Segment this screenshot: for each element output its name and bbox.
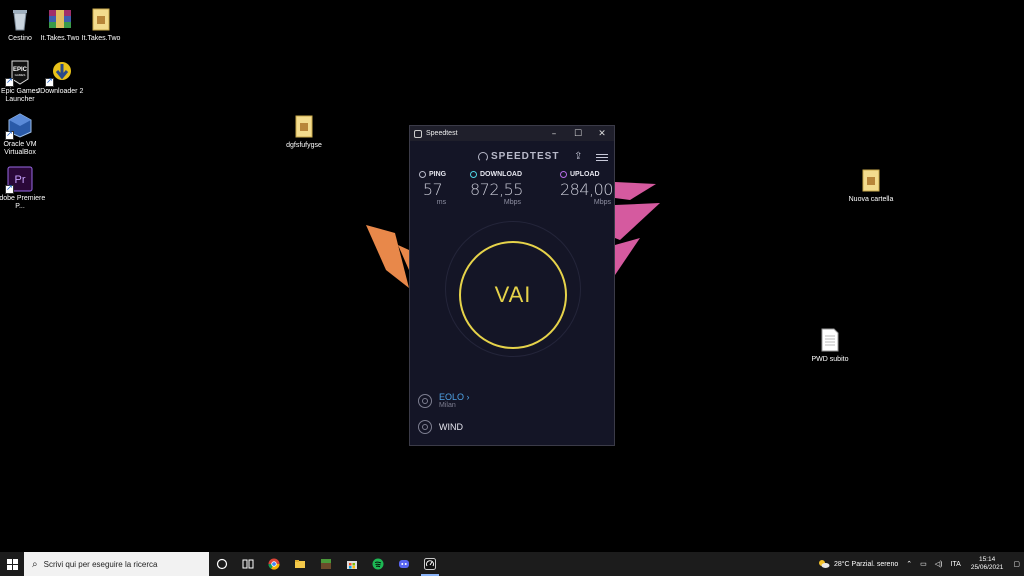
download-unit: Mbps <box>503 199 521 206</box>
settings-sliders-icon[interactable] <box>596 152 608 162</box>
recycle-bin-icon <box>7 6 33 32</box>
upload-value: 284,00 <box>560 180 613 199</box>
taskbar: ⌕ Scrivi qui per eseguire la ricerca 28°… <box>0 552 1024 576</box>
jdownloader-icon <box>45 59 73 87</box>
windows-logo-icon <box>6 558 18 570</box>
desktop-icon-label: JDownloader 2 <box>36 88 84 95</box>
desktop-icon-label: Nuova cartella <box>848 196 894 203</box>
shortcut-arrow-icon <box>5 183 14 194</box>
speedtest-window: Speedtest – ☐ ✕ SPEEDTEST ⇪ PING 57 ms D… <box>409 125 615 446</box>
ping-icon <box>419 171 426 178</box>
upload-icon <box>560 171 567 178</box>
ping-value: 57 <box>422 180 443 199</box>
server-selector[interactable]: EOLO › Milan <box>418 392 470 409</box>
taskbar-search-box[interactable]: ⌕ Scrivi qui per eseguire la ricerca <box>24 552 209 576</box>
cortana-icon[interactable] <box>209 552 235 576</box>
download-value: 872,55 <box>470 180 523 199</box>
desktop-icon-label: Cestino <box>8 35 32 42</box>
share-icon[interactable]: ⇪ <box>574 151 582 162</box>
window-title: Speedtest <box>426 130 458 137</box>
clock-date: 25/06/2021 <box>970 564 1004 571</box>
close-button[interactable]: ✕ <box>590 129 614 139</box>
start-button[interactable] <box>0 552 24 576</box>
server-name[interactable]: EOLO <box>439 392 464 402</box>
discord-icon[interactable] <box>391 552 417 576</box>
desktop-icon-nuova-cartella[interactable]: Nuova cartella <box>843 167 899 204</box>
desktop-icon-label: Adobe Premiere P... <box>0 195 46 210</box>
desktop-icon-label: dgfsfufygse <box>286 142 322 149</box>
connection-icon <box>418 420 432 434</box>
weather-widget[interactable]: 28°C Parzial. sereno <box>814 559 902 569</box>
wallpaper-orange-shape <box>366 225 409 288</box>
wallpaper-pink-shape <box>615 182 656 200</box>
maximize-button[interactable]: ☐ <box>566 129 590 139</box>
speedtest-header: SPEEDTEST ⇪ <box>410 151 614 165</box>
shortcut-arrow-icon <box>5 129 14 140</box>
ping-label: PING <box>429 171 447 178</box>
svg-text:GAMES: GAMES <box>15 73 26 77</box>
desktop-icon-label: Oracle VM VirtualBox <box>3 141 37 156</box>
chevron-right-icon: › <box>466 392 470 402</box>
speedtest-brand: SPEEDTEST <box>478 151 559 162</box>
download-icon <box>470 171 477 178</box>
system-tray: 28°C Parzial. sereno ⌃ ▭ ◁) ITA 15:14 25… <box>814 552 1024 576</box>
virtualbox-icon <box>5 112 33 140</box>
connection-name: WIND <box>439 422 463 432</box>
minimize-button[interactable]: – <box>542 129 566 139</box>
clock-time: 15:14 <box>978 556 996 563</box>
wallpaper-pink-shape-3 <box>615 238 640 275</box>
winrar-archive-icon <box>47 6 73 32</box>
desktop-icon-virtualbox[interactable]: Oracle VM VirtualBox <box>0 112 48 157</box>
upload-unit: Mbps <box>593 199 611 206</box>
speedtest-app-icon <box>414 129 422 138</box>
shortcut-arrow-icon <box>45 76 54 87</box>
speedometer-icon <box>478 151 488 162</box>
network-icon[interactable]: ▭ <box>916 560 931 568</box>
search-icon: ⌕ <box>32 558 38 570</box>
task-view-icon[interactable] <box>235 552 261 576</box>
upload-metric: UPLOAD 284,00 Mbps <box>560 171 613 206</box>
server-location: Milan <box>439 402 456 409</box>
taskbar-clock[interactable]: 15:14 25/06/2021 <box>965 556 1010 572</box>
upload-label: UPLOAD <box>570 171 600 178</box>
shortcut-arrow-icon <box>5 76 14 87</box>
ping-unit: ms <box>436 199 447 206</box>
download-label: DOWNLOAD <box>480 171 522 178</box>
spotify-icon[interactable] <box>365 552 391 576</box>
desktop-icon-jdownloader[interactable]: JDownloader 2 <box>32 59 88 96</box>
folder-icon <box>88 6 114 32</box>
language-indicator[interactable]: ITA <box>946 561 964 568</box>
download-metric: DOWNLOAD 872,55 Mbps <box>470 171 523 206</box>
speedtest-taskbar-icon[interactable] <box>417 552 443 576</box>
globe-icon <box>418 393 432 408</box>
folder-icon <box>291 113 317 139</box>
wallpaper-pink-shape-2 <box>615 203 660 240</box>
volume-icon[interactable]: ◁) <box>931 560 947 568</box>
svg-text:Pr: Pr <box>15 174 26 186</box>
file-explorer-icon[interactable] <box>287 552 313 576</box>
search-placeholder: Scrivi qui per eseguire la ricerca <box>43 559 158 569</box>
ping-metric: PING 57 ms <box>419 171 446 206</box>
minecraft-icon[interactable] <box>313 552 339 576</box>
desktop-icon-it-takes-two-folder[interactable]: It.Takes.Two <box>73 6 129 43</box>
weather-text: 28°C Parzial. sereno <box>833 560 899 568</box>
desktop-icon-label: It.Takes.Two <box>81 35 121 42</box>
microsoft-store-icon[interactable] <box>339 552 365 576</box>
partly-sunny-icon <box>818 560 830 568</box>
folder-icon <box>858 167 884 193</box>
text-file-icon <box>817 327 843 353</box>
desktop-icon-premiere[interactable]: Pr Adobe Premiere P... <box>0 166 48 211</box>
desktop-icon-pwd-subito[interactable]: PWD subito <box>802 327 858 364</box>
notifications-icon[interactable]: ▢ <box>1009 560 1024 568</box>
window-titlebar[interactable]: Speedtest – ☐ ✕ <box>410 126 614 141</box>
desktop-icon-label: PWD subito <box>811 356 849 363</box>
connection-info: WIND <box>418 420 463 434</box>
go-button[interactable]: VAI <box>459 241 567 349</box>
desktop-icon-dgfsfufygse[interactable]: dgfsfufygse <box>276 113 332 150</box>
brand-label: SPEEDTEST <box>491 151 560 162</box>
show-hidden-icons-icon[interactable]: ⌃ <box>902 560 916 568</box>
premiere-icon: Pr <box>5 166 33 194</box>
chrome-icon[interactable] <box>261 552 287 576</box>
epic-games-icon: EPIC GAMES <box>5 59 33 87</box>
